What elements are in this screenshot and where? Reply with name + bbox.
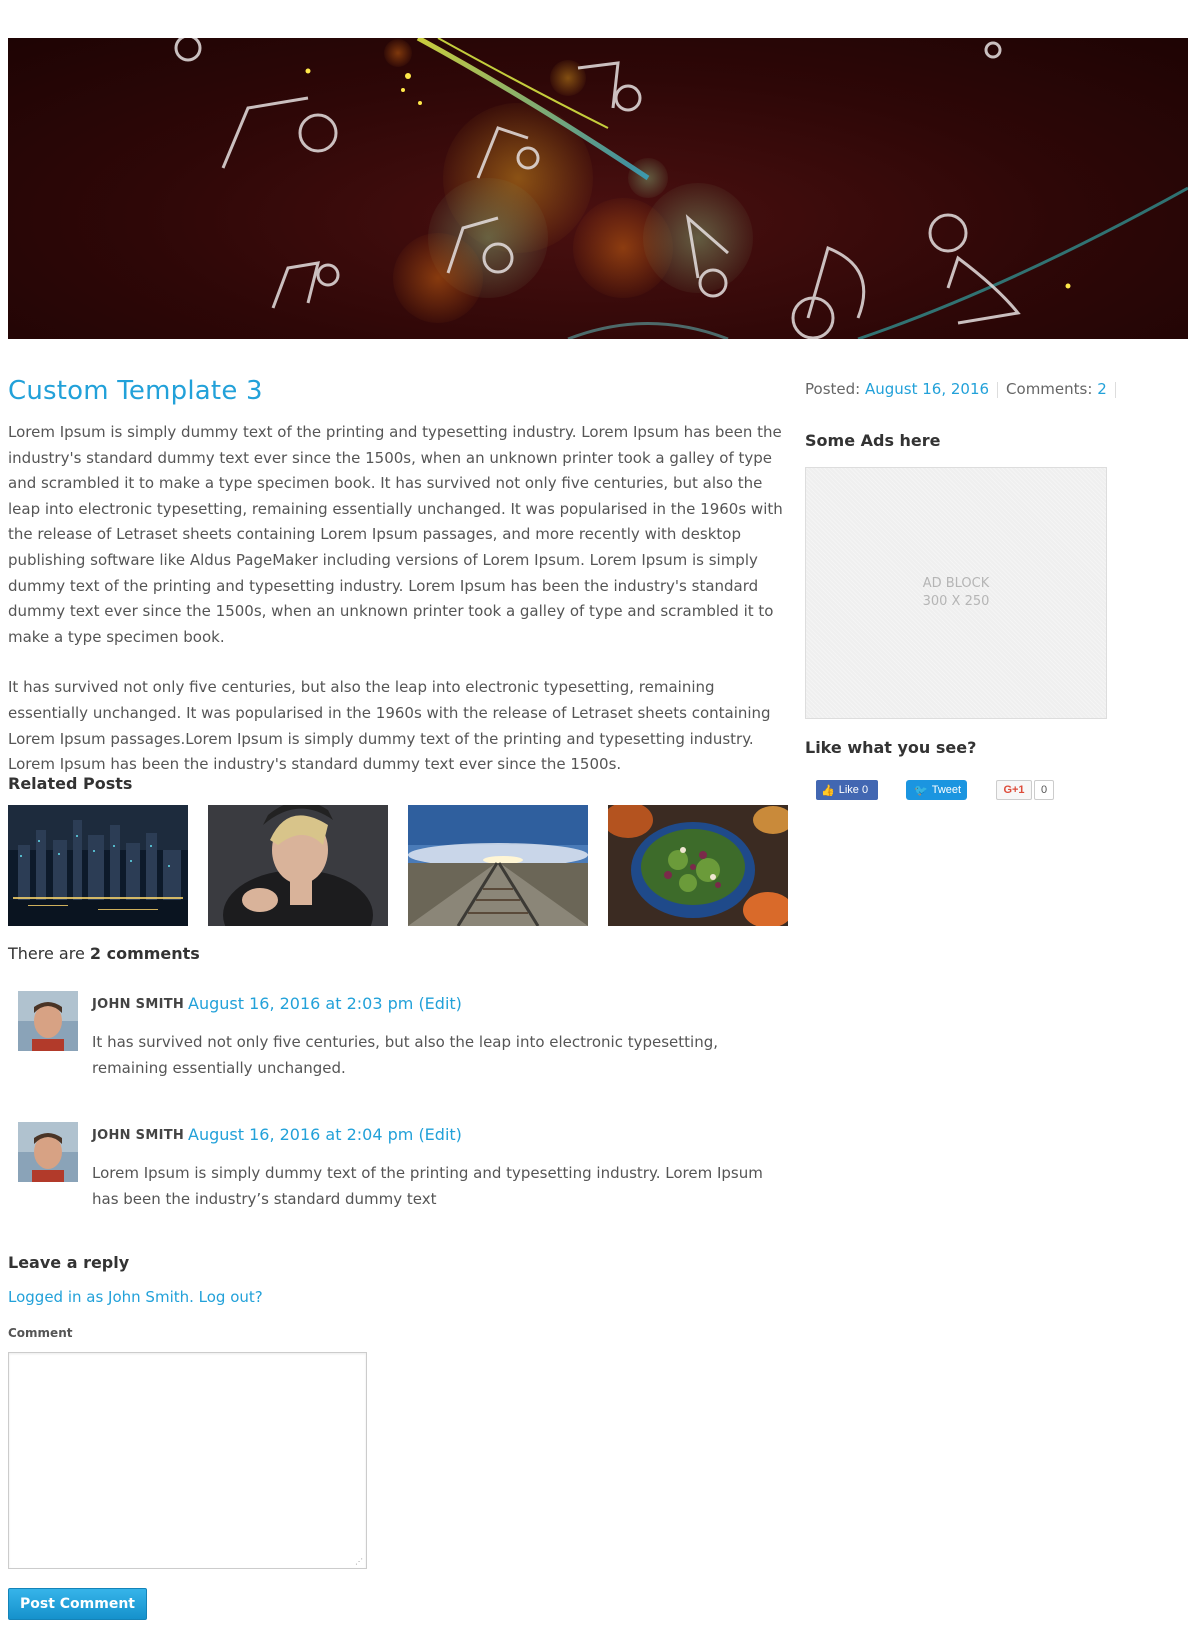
user-avatar-photo (18, 991, 78, 1051)
share-heading: Like what you see? (805, 738, 977, 757)
related-posts-grid (8, 805, 788, 926)
comment-author[interactable]: JOHN SMITH (92, 997, 184, 1012)
user-avatar-photo (18, 1122, 78, 1182)
banner-music-notes-art (174, 38, 1188, 339)
facebook-like-label: Like 0 (838, 784, 869, 796)
ads-heading: Some Ads here (805, 431, 941, 450)
post-content: Lorem Ipsum is simply dummy text of the … (8, 420, 788, 803)
post-meta-line: Posted: August 16, 2016 Comments: 2 (805, 380, 1124, 398)
comment-date-link[interactable]: August 16, 2016 at 2:03 pm (188, 994, 413, 1013)
posted-label: Posted: (805, 380, 861, 398)
related-post-railway-thumb[interactable] (408, 805, 588, 926)
related-post-salad-thumb[interactable] (608, 805, 788, 926)
meta-divider (997, 381, 999, 398)
google-plus-count: 0 (1034, 780, 1054, 800)
post-comment-button[interactable]: Post Comment (8, 1588, 147, 1620)
header-banner-image (8, 38, 1188, 339)
comment-text: Lorem Ipsum is simply dummy text of the … (92, 1164, 763, 1208)
textarea-resize-grip-icon[interactable]: ⋰ (355, 1558, 363, 1566)
ad-block-label: AD BLOCK (922, 576, 990, 591)
comment-date-link[interactable]: August 16, 2016 at 2:04 pm (188, 1125, 413, 1144)
leave-reply-heading: Leave a reply (8, 1253, 130, 1272)
comments-label: Comments: (1006, 380, 1093, 398)
avatar (18, 1122, 78, 1182)
twitter-tweet-button[interactable]: 🐦 Tweet (906, 780, 967, 800)
thumbs-up-icon: 👍 (821, 784, 835, 797)
ad-block-size: 300 X 250 (922, 594, 990, 609)
related-post-city-thumb[interactable] (8, 805, 188, 926)
comments-heading-prefix: There are (8, 944, 85, 963)
salad-bowl-photo (608, 805, 788, 926)
ad-block-placeholder[interactable]: AD BLOCK 300 X 250 (805, 467, 1107, 719)
post-paragraph: Lorem Ipsum is simply dummy text of the … (8, 423, 783, 646)
railway-tracks-photo (408, 805, 588, 926)
comment-field-label: Comment (8, 1326, 73, 1340)
comment-author[interactable]: JOHN SMITH (92, 1128, 184, 1143)
comment-textarea[interactable] (8, 1352, 367, 1569)
related-posts-heading: Related Posts (8, 774, 133, 793)
city-night-photo (8, 805, 188, 926)
comments-count-link[interactable]: 2 (1097, 380, 1107, 398)
related-post-portrait-thumb[interactable] (208, 805, 388, 926)
comment-edit-link[interactable]: (Edit) (418, 994, 461, 1013)
google-plus-button[interactable]: G+1 (996, 780, 1032, 800)
comment-meta: August 16, 2016 at 2:04 pm (Edit) (188, 1125, 462, 1144)
meta-divider (1114, 381, 1116, 398)
comment-text: It has survived not only five centuries,… (92, 1033, 719, 1077)
comment-meta: August 16, 2016 at 2:03 pm (Edit) (188, 994, 462, 1013)
comment-edit-link[interactable]: (Edit) (418, 1125, 461, 1144)
post-paragraph: It has survived not only five centuries,… (8, 678, 771, 774)
comments-count-heading: There are 2 comments (8, 944, 200, 963)
avatar (18, 991, 78, 1051)
post-title[interactable]: Custom Template 3 (8, 376, 263, 406)
facebook-like-button[interactable]: 👍 Like 0 (816, 780, 878, 800)
google-plus-label: G+1 (1003, 784, 1025, 796)
logged-in-link[interactable]: Logged in as John Smith. Log out? (8, 1288, 263, 1306)
posted-date-link[interactable]: August 16, 2016 (865, 380, 989, 398)
comments-heading-count: 2 comments (89, 944, 200, 963)
tweet-label: Tweet (931, 784, 962, 796)
woman-fur-portrait-photo (208, 805, 388, 926)
twitter-bird-icon: 🐦 (914, 784, 928, 797)
